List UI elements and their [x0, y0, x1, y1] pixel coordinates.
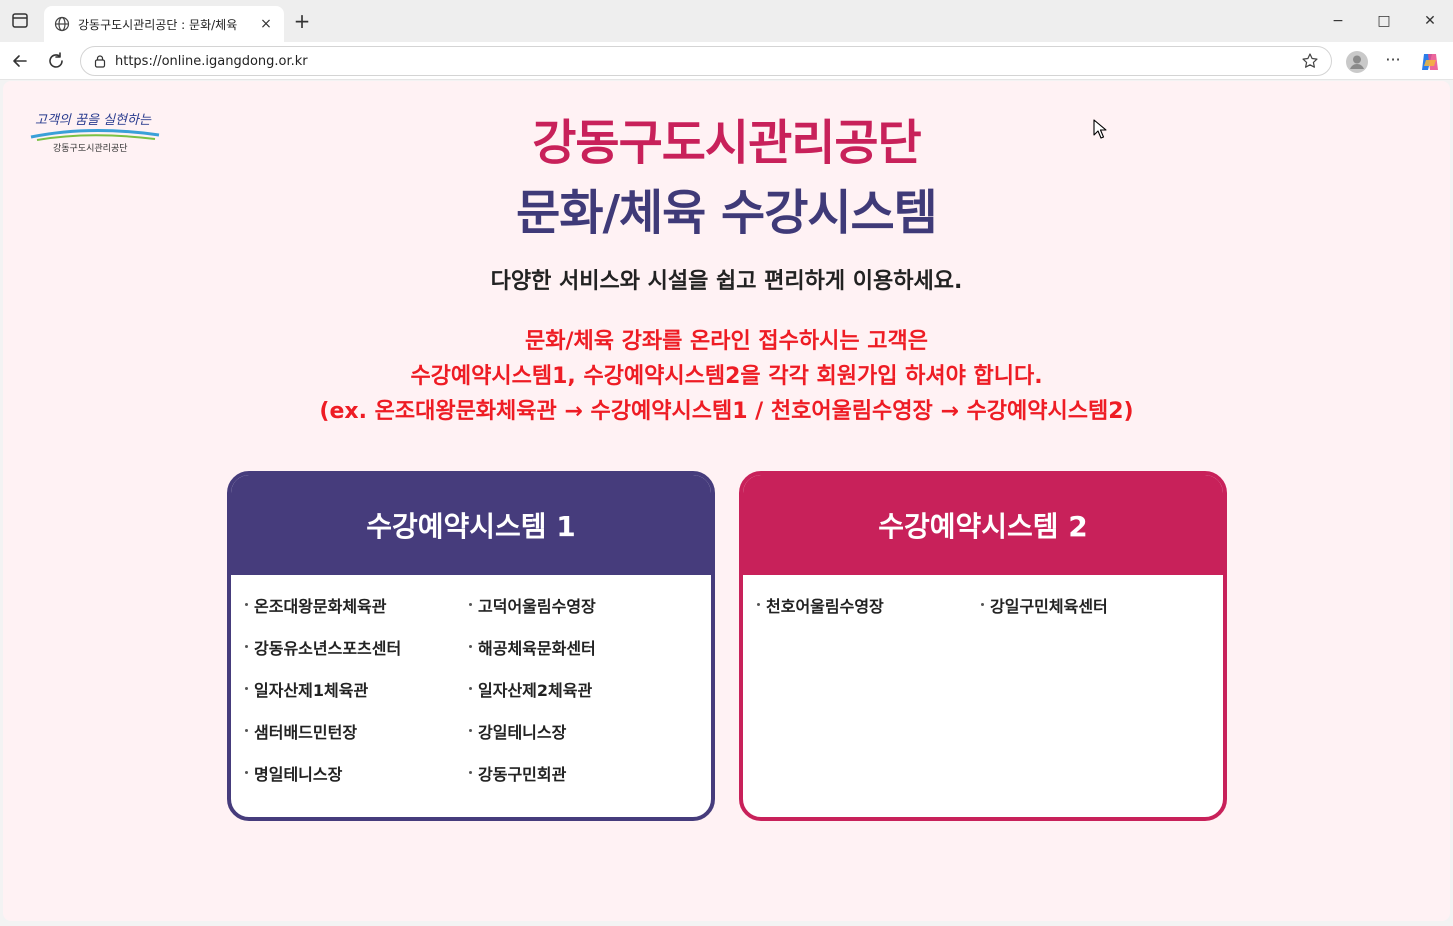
- notice-line-1: 문화/체육 강좌를 온라인 접수하시는 고객은: [525, 329, 928, 354]
- bullet-icon: [469, 645, 472, 648]
- minimize-button[interactable]: −: [1318, 8, 1358, 34]
- notice-line-2: 수강예약시스템1, 수강예약시스템2을 각각 회원가입 하셔야 합니다.: [410, 364, 1043, 389]
- bullet-icon: [981, 603, 984, 606]
- facility-link[interactable]: 강동구민회관: [469, 761, 566, 785]
- facility-link[interactable]: 온조대왕문화체육관: [245, 593, 386, 617]
- system2-card: 수강예약시스템 2 천호어울림수영장 강일구민체육센터: [739, 471, 1227, 821]
- bullet-icon: [757, 603, 760, 606]
- tab-title: 강동구도시관리공단 : 문화/체육: [78, 17, 238, 32]
- browser-tab[interactable]: 강동구도시관리공단 : 문화/체육 ×: [44, 6, 284, 42]
- maximize-button[interactable]: □: [1364, 8, 1404, 34]
- page-title: 강동구도시관리공단: [532, 115, 921, 171]
- globe-icon: [54, 16, 70, 32]
- facility-link[interactable]: 고덕어울림수영장: [469, 593, 596, 617]
- facility-link[interactable]: 강일테니스장: [469, 719, 566, 743]
- page-description: 다양한 서비스와 시설을 쉽고 편리하게 이용하세요.: [490, 269, 963, 294]
- system2-facility-list: 천호어울림수영장 강일구민체육센터: [743, 575, 1223, 616]
- cursor-icon: [1093, 119, 1107, 139]
- back-icon[interactable]: [7, 48, 33, 74]
- bullet-icon: [245, 729, 248, 732]
- system1-card: 수강예약시스템 1 온조대왕문화체육관 고덕어울림수영장 강동유소년스포츠센터 …: [227, 471, 715, 821]
- tab-close-icon[interactable]: ×: [258, 16, 274, 32]
- facility-link[interactable]: 명일테니스장: [245, 761, 342, 785]
- tab-strip-icon[interactable]: [10, 12, 30, 30]
- system1-facility-list: 온조대왕문화체육관 고덕어울림수영장 강동유소년스포츠센터 해공체육문화센터 일…: [231, 575, 711, 784]
- bullet-icon: [469, 729, 472, 732]
- bullet-icon: [245, 771, 248, 774]
- profile-icon[interactable]: [1345, 50, 1369, 74]
- bullet-icon: [245, 603, 248, 606]
- bullet-icon: [245, 687, 248, 690]
- refresh-icon[interactable]: [43, 48, 69, 74]
- page-content: 고객의 꿈을 실현하는 강동구도시관리공단 강동구도시관리공단 문화/체육 수강…: [3, 81, 1450, 921]
- system1-button[interactable]: 수강예약시스템 1: [231, 475, 711, 575]
- bullet-icon: [469, 771, 472, 774]
- bullet-icon: [245, 645, 248, 648]
- url-text[interactable]: https://online.igangdong.or.kr: [115, 54, 1301, 69]
- facility-link[interactable]: 강동유소년스포츠센터: [245, 635, 401, 659]
- notice-line-3: (ex. 온조대왕문화체육관 → 수강예약시스템1 / 천호어울림수영장 → 수…: [319, 399, 1134, 424]
- lock-icon[interactable]: [93, 54, 107, 68]
- browser-toolbar: https://online.igangdong.or.kr ···: [0, 42, 1453, 80]
- bullet-icon: [469, 687, 472, 690]
- star-icon[interactable]: [1301, 52, 1319, 70]
- close-window-button[interactable]: ✕: [1410, 8, 1450, 34]
- facility-link[interactable]: 일자산제2체육관: [469, 677, 592, 701]
- address-bar[interactable]: https://online.igangdong.or.kr: [80, 46, 1332, 76]
- copilot-icon[interactable]: [1418, 50, 1442, 74]
- system2-button[interactable]: 수강예약시스템 2: [743, 475, 1223, 575]
- browser-titlebar: 강동구도시관리공단 : 문화/체육 × + − □ ✕: [0, 0, 1453, 42]
- facility-link[interactable]: 샘터배드민턴장: [245, 719, 357, 743]
- facility-link[interactable]: 강일구민체육센터: [981, 593, 1108, 617]
- facility-link[interactable]: 해공체육문화센터: [469, 635, 596, 659]
- more-icon[interactable]: ···: [1381, 50, 1405, 74]
- page-subtitle: 문화/체육 수강시스템: [516, 185, 938, 241]
- facility-link[interactable]: 일자산제1체육관: [245, 677, 368, 701]
- facility-link[interactable]: 천호어울림수영장: [757, 593, 884, 617]
- new-tab-button[interactable]: +: [290, 10, 314, 34]
- bullet-icon: [469, 603, 472, 606]
